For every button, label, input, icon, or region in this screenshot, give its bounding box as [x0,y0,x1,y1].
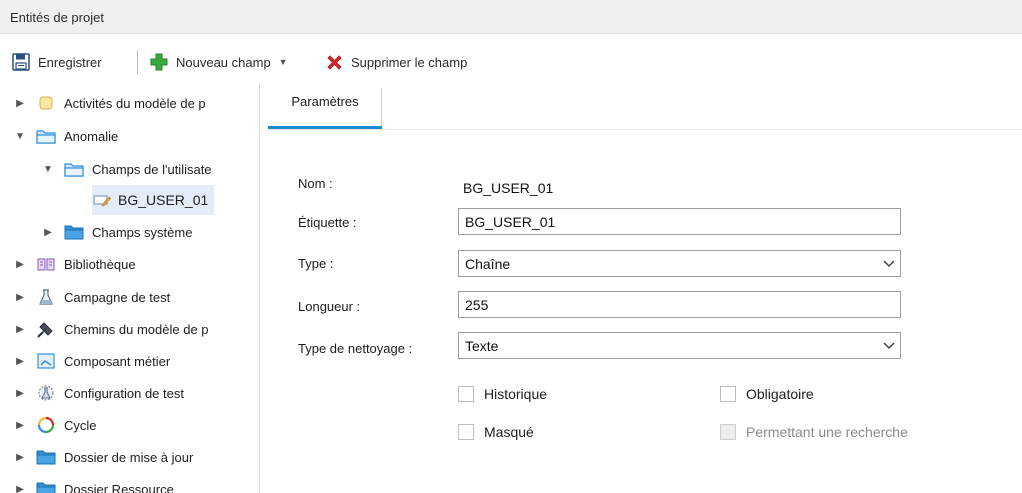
tree-item-label: Anomalie [64,128,119,144]
tree-item-label: Campagne de test [64,289,171,305]
tree-item-label: Cycle [64,417,97,433]
chevron-down-icon[interactable] [876,333,900,358]
tab-divider [381,88,382,126]
expand-arrow-icon[interactable]: ▶ [14,259,26,270]
tree-item-composant-metier[interactable]: ▶ Composant métier [14,346,170,376]
folder-icon [64,223,84,241]
collapse-arrow-icon[interactable]: ▼ [42,164,54,175]
save-button[interactable]: Enregistrer [12,44,102,80]
tab-label: Paramètres [291,94,359,109]
checkbox-box [720,424,736,440]
cleanup-type-select[interactable]: Texte [458,332,901,359]
collapse-arrow-icon[interactable]: ▼ [14,131,26,142]
delete-field-button[interactable]: Supprimer le champ [326,44,467,80]
label-input[interactable] [458,208,901,235]
type-label: Type : [298,256,334,271]
test-set-icon [36,288,56,306]
required-checkbox-label: Obligatoire [746,386,814,402]
tree-item-label: Champs système [92,224,193,240]
expand-arrow-icon[interactable]: ▶ [14,98,26,109]
tree-item-cycle[interactable]: ▶ Cycle [14,410,97,440]
tree-item-label: Champs de l'utilisate [92,161,212,177]
save-icon [12,53,30,71]
tab-bar: Paramètres [268,84,1022,130]
type-select-value: Chaîne [465,256,511,272]
tree-item-label: Dossier Ressource [64,481,174,493]
tree-item-champs-systeme[interactable]: ▶ Champs système [42,217,192,247]
history-checkbox[interactable]: Historique [458,386,547,402]
expand-arrow-icon[interactable]: ▶ [42,227,54,238]
folder-icon [36,480,56,493]
expand-arrow-icon[interactable]: ▶ [14,324,26,335]
delete-icon [326,54,343,71]
length-label: Longueur : [298,299,361,314]
searchable-checkbox: Permettant une recherche [720,424,908,440]
save-label: Enregistrer [38,54,102,70]
test-config-icon [36,384,56,402]
library-icon [36,255,56,273]
expand-arrow-icon[interactable]: ▶ [14,388,26,399]
tree-item-label: Composant métier [64,353,171,369]
tree-item-label: Bibliothèque [64,256,136,272]
tree-item-bibliotheque[interactable]: ▶ Bibliothèque [14,249,136,279]
add-icon [150,53,168,71]
path-icon [36,320,56,338]
folder-icon [36,448,56,466]
tree-item-configuration-de-test[interactable]: ▶ Configuration de test [14,378,184,408]
required-checkbox[interactable]: Obligatoire [720,386,814,402]
tree-item-activites[interactable]: ▶ Activités du modèle de p [14,88,206,118]
toolbar-separator [137,50,138,74]
tree-item-label: Dossier de mise à jour [64,449,194,465]
expand-arrow-icon[interactable]: ▶ [14,292,26,303]
name-value: BG_USER_01 [463,180,554,196]
expand-arrow-icon[interactable]: ▶ [14,452,26,463]
tree-item-dossier-mise-a-jour[interactable]: ▶ Dossier de mise à jour [14,442,193,472]
entity-tree: ▶ Activités du modèle de p ▼ Anomalie ▼ … [0,84,260,493]
new-field-label: Nouveau champ [176,54,271,70]
masked-checkbox-label: Masqué [484,424,534,440]
tree-item-bg-user-01[interactable]: BG_USER_01 [92,185,215,215]
tree-item-champs-utilisateur[interactable]: ▼ Champs de l'utilisate [42,154,212,184]
cleanup-type-select-value: Texte [465,338,499,354]
label-label: Étiquette : [298,215,357,230]
cycle-icon [36,416,56,434]
dropdown-arrow-icon[interactable]: ▼ [279,57,288,67]
field-edit-icon [92,191,112,209]
masked-checkbox[interactable]: Masqué [458,424,534,440]
activity-icon [36,94,56,112]
expand-arrow-icon[interactable]: ▶ [14,484,26,493]
tree-item-anomalie[interactable]: ▼ Anomalie [14,121,118,151]
new-field-button[interactable]: Nouveau champ ▼ [150,44,288,80]
tab-bar-baseline [268,129,1022,130]
tree-item-chemins[interactable]: ▶ Chemins du modèle de p [14,314,209,344]
folder-icon [36,127,56,145]
name-label: Nom : [298,176,333,191]
panel-title-bar: Entités de projet [0,0,1022,34]
panel-title: Entités de projet [10,10,104,25]
expand-arrow-icon[interactable]: ▶ [14,356,26,367]
checkbox-box[interactable] [720,386,736,402]
tree-item-label: BG_USER_01 [118,192,209,208]
expand-arrow-icon[interactable]: ▶ [14,420,26,431]
type-select[interactable]: Chaîne [458,250,901,277]
checkbox-box[interactable] [458,424,474,440]
toolbar: Enregistrer Nouveau champ ▼ Supprimer le… [0,44,1022,80]
tab-parametres[interactable]: Paramètres [268,84,382,130]
delete-field-label: Supprimer le champ [351,54,468,70]
component-icon [36,352,56,370]
history-checkbox-label: Historique [484,386,548,402]
cleanup-type-label: Type de nettoyage : [298,341,413,356]
tree-item-label: Chemins du modèle de p [64,321,209,337]
tree-item-dossier-ressource[interactable]: ▶ Dossier Ressource [14,474,174,493]
folder-icon [64,160,84,178]
checkbox-box[interactable] [458,386,474,402]
tree-item-campagne-de-test[interactable]: ▶ Campagne de test [14,282,170,312]
tree-item-label: Activités du modèle de p [64,95,206,111]
length-input[interactable] [458,291,901,318]
chevron-down-icon[interactable] [876,251,900,276]
tree-item-label: Configuration de test [64,385,184,401]
searchable-checkbox-label: Permettant une recherche [746,424,908,440]
